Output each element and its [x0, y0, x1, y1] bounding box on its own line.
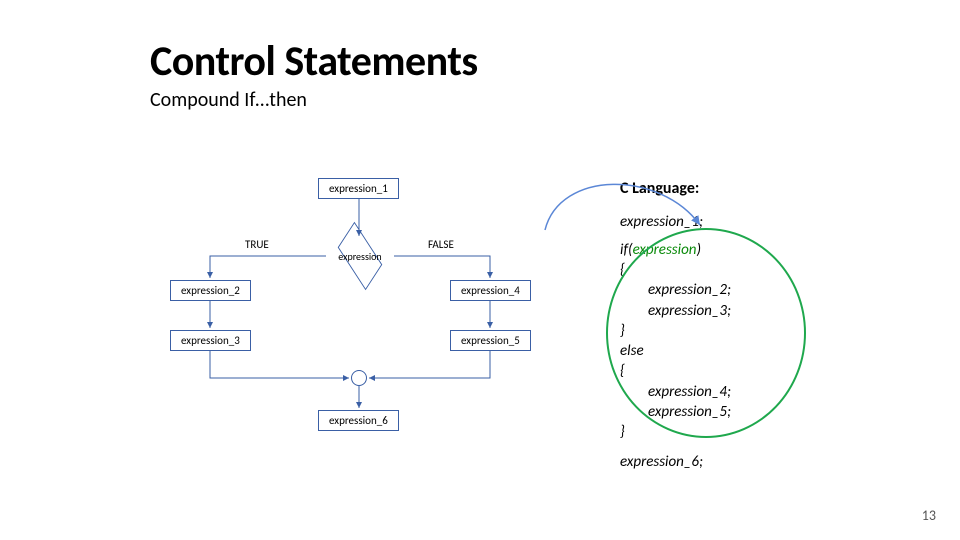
code-title: C Language: — [620, 178, 731, 200]
label-true: TRUE — [245, 238, 269, 251]
page-number: 13 — [922, 507, 936, 524]
label-false: FALSE — [428, 238, 454, 251]
code-if-kw: if( — [620, 241, 633, 259]
box-expression-3: expression_3 — [170, 330, 251, 351]
code-line-12: expression_6; — [620, 452, 731, 472]
decision-label: expression — [325, 250, 395, 263]
page-title: Control Statements — [150, 36, 478, 87]
flowchart: expression_1 expression TRUE FALSE expre… — [150, 170, 570, 490]
box-expression-1: expression_1 — [318, 178, 399, 199]
decision-diamond: expression — [325, 236, 395, 276]
highlight-ellipse — [606, 228, 806, 438]
merge-circle — [351, 370, 367, 386]
box-expression-2: expression_2 — [170, 280, 251, 301]
box-expression-5: expression_5 — [450, 330, 531, 351]
box-expression-4: expression_4 — [450, 280, 531, 301]
box-expression-6: expression_6 — [318, 410, 399, 431]
page-subtitle: Compound If…then — [150, 88, 307, 112]
